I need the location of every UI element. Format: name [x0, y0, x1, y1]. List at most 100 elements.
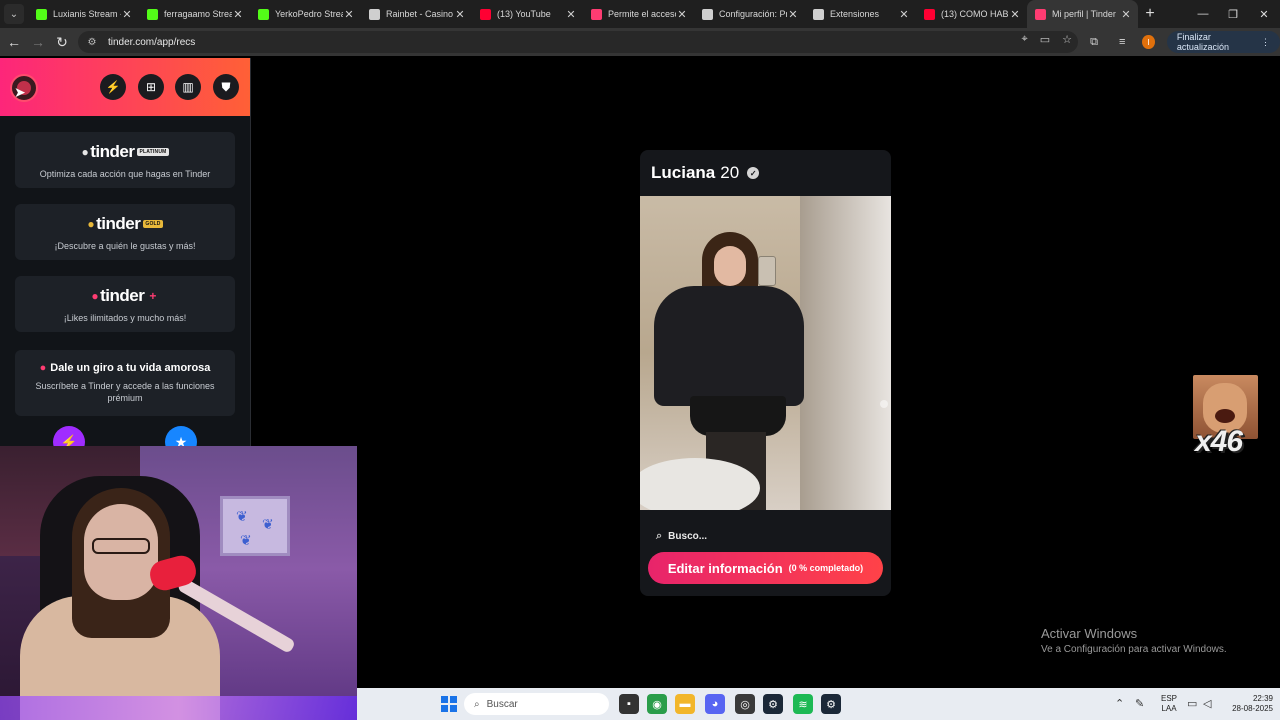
kick-icon	[36, 8, 47, 20]
maximize-button[interactable]: ❐	[1218, 0, 1248, 28]
tinder-wordmark: tinder	[100, 286, 145, 305]
browser-tab[interactable]: Luxianis Stream - ✕	[28, 0, 139, 28]
minimize-button[interactable]: —	[1188, 0, 1218, 28]
browser-tab[interactable]: Permite el acceso ✕	[583, 0, 694, 28]
tab-search-button[interactable]: ⌄	[4, 4, 24, 24]
briefcase-icon[interactable]: ▥	[175, 74, 201, 100]
close-window-button[interactable]: ✕	[1249, 0, 1279, 28]
promo-card[interactable]: ● tinder GOLD ¡Descubre a quién le gustas y…	[15, 204, 235, 260]
start-button[interactable]	[441, 696, 457, 712]
extensions-icon[interactable]: ⧉	[1086, 32, 1102, 52]
promo-text: Optimiza cada acción que hagas en Tinder	[39, 169, 211, 179]
address-bar[interactable]: ⚙ tinder.com/app/recs ⌖ ▭ ☆	[78, 31, 1078, 53]
tier-badge: GOLD	[143, 220, 163, 228]
profile-photo[interactable]	[640, 196, 891, 510]
taskbar-search[interactable]: ⌕ Buscar	[464, 693, 609, 715]
close-tab-icon[interactable]: ✕	[1009, 8, 1021, 21]
forward-button[interactable]: →	[26, 30, 50, 54]
tab-label: Luxianis Stream -	[53, 9, 121, 19]
display-icon[interactable]: ▭	[1187, 697, 1197, 710]
butterfly-icon: ❦	[236, 508, 248, 524]
bookmark-star-icon[interactable]: ☆	[1062, 33, 1072, 46]
tab-label: Permite el acceso	[608, 9, 676, 19]
promo-card[interactable]: ● tinder PLATINUM Optimiza cada acción que …	[15, 132, 235, 188]
subscribe-text: Suscríbete a Tinder y accede a las funci…	[35, 381, 215, 403]
language-indicator[interactable]: ESP LAA	[1157, 688, 1181, 720]
looking-for-row[interactable]: ⌕ Busco...	[656, 530, 707, 543]
watermark-title: Activar Windows	[1041, 626, 1138, 641]
puzzle-icon	[813, 8, 824, 20]
butterfly-frame	[220, 496, 290, 556]
explore-icon[interactable]: ⊞	[138, 74, 164, 100]
spotify-icon[interactable]: ≋	[793, 694, 813, 714]
tinder-flame-icon: ●	[81, 145, 89, 159]
network-pen-icon[interactable]: ✎	[1135, 697, 1144, 710]
tinder-icon	[591, 8, 602, 20]
reload-button[interactable]: ↻	[50, 30, 74, 54]
back-button[interactable]: ←	[2, 30, 26, 54]
close-tab-icon[interactable]: ✕	[676, 8, 688, 21]
tab-label: Mi perfil | Tinder	[1052, 9, 1116, 19]
glasses-icon	[92, 538, 150, 554]
browser-tab[interactable]: Mi perfil | Tinder ✕	[1027, 0, 1138, 28]
site-info-icon[interactable]: ⚙	[86, 36, 98, 48]
url-text: tinder.com/app/recs	[108, 36, 196, 48]
tinder-logo: ● tinder +	[15, 286, 235, 306]
clock[interactable]: 22:39 28-08-2025	[1223, 688, 1273, 720]
browser-tab[interactable]: ferragaamo Strea ✕	[139, 0, 250, 28]
steam-app-icon[interactable]: ⚙	[821, 694, 841, 714]
discord-icon[interactable]: ◕	[705, 694, 725, 714]
mouse-cursor-icon: ➤	[14, 84, 26, 100]
close-tab-icon[interactable]: ✕	[787, 8, 799, 21]
youtube-icon	[480, 8, 491, 20]
browser-tab[interactable]: YerkoPedro Strea ✕	[250, 0, 361, 28]
close-tab-icon[interactable]: ✕	[1120, 8, 1132, 21]
close-tab-icon[interactable]: ✕	[565, 8, 577, 21]
new-tab-button[interactable]: +	[1138, 5, 1162, 23]
browser-tab[interactable]: Configuración: Pr ✕	[694, 0, 805, 28]
rainbet-icon	[369, 8, 380, 20]
edit-info-label: Editar información	[667, 560, 783, 576]
looking-for-label: Busco...	[668, 531, 708, 542]
finish-update-button[interactable]: Finalizar actualización ⋮	[1166, 31, 1280, 53]
shield-icon[interactable]: ⛊	[213, 74, 239, 100]
file-explorer-icon[interactable]: ▬	[675, 694, 695, 714]
browser-tab[interactable]: (13) COMO HABL ✕	[916, 0, 1027, 28]
cast-icon[interactable]: ▭	[1040, 33, 1050, 46]
language-bottom: LAA	[1161, 704, 1177, 713]
tray-chevron-icon[interactable]: ⌃	[1115, 697, 1124, 710]
volume-icon[interactable]: ◁	[1203, 697, 1211, 710]
verified-badge-icon: ✓	[747, 167, 760, 179]
browser-tab[interactable]: Rainbet - Casino y ✕	[361, 0, 472, 28]
close-tab-icon[interactable]: ✕	[121, 8, 133, 21]
gear-icon	[702, 8, 713, 20]
close-tab-icon[interactable]: ✕	[454, 8, 466, 21]
edit-info-button[interactable]: Editar información (0 % completado)	[648, 552, 883, 584]
location-icon[interactable]: ⌖	[1022, 33, 1028, 46]
steam-icon[interactable]: ⚙	[763, 694, 783, 714]
subscribe-card[interactable]: ● Dale un giro a tu vida amorosa Suscríb…	[15, 350, 235, 416]
next-photo-icon[interactable]	[880, 400, 888, 408]
promo-text: ¡Likes ilimitados y mucho más!	[63, 313, 187, 323]
profile-avatar[interactable]: I	[1142, 35, 1155, 49]
browser-tab[interactable]: Extensiones ✕	[805, 0, 916, 28]
phone-in-photo	[758, 256, 776, 286]
boost-icon[interactable]: ⚡	[100, 74, 126, 100]
tab-label: ferragaamo Strea	[164, 9, 232, 19]
edit-progress-label: (0 % completado)	[788, 563, 864, 573]
close-tab-icon[interactable]: ✕	[343, 8, 355, 21]
search-icon: ⌕	[656, 530, 663, 542]
promo-card[interactable]: ● tinder + ¡Likes ilimitados y mucho más!	[15, 276, 235, 332]
finish-update-label: Finalizar actualización	[1176, 32, 1229, 52]
browser-tab[interactable]: (13) YouTube ✕	[472, 0, 583, 28]
kick-icon	[147, 8, 158, 20]
tab-label: Rainbet - Casino y	[386, 9, 454, 19]
close-tab-icon[interactable]: ✕	[898, 8, 910, 21]
obs-icon[interactable]: ◎	[735, 694, 755, 714]
chrome-icon[interactable]: ◉	[647, 694, 667, 714]
task-view-icon[interactable]: ▪	[619, 694, 639, 714]
close-tab-icon[interactable]: ✕	[232, 8, 244, 21]
butterfly-icon: ❦	[240, 532, 252, 548]
profile-card: Luciana 20 ✓ ⌕ Busco... Editar informaci…	[640, 150, 891, 596]
media-control-icon[interactable]: ≡	[1114, 32, 1130, 52]
